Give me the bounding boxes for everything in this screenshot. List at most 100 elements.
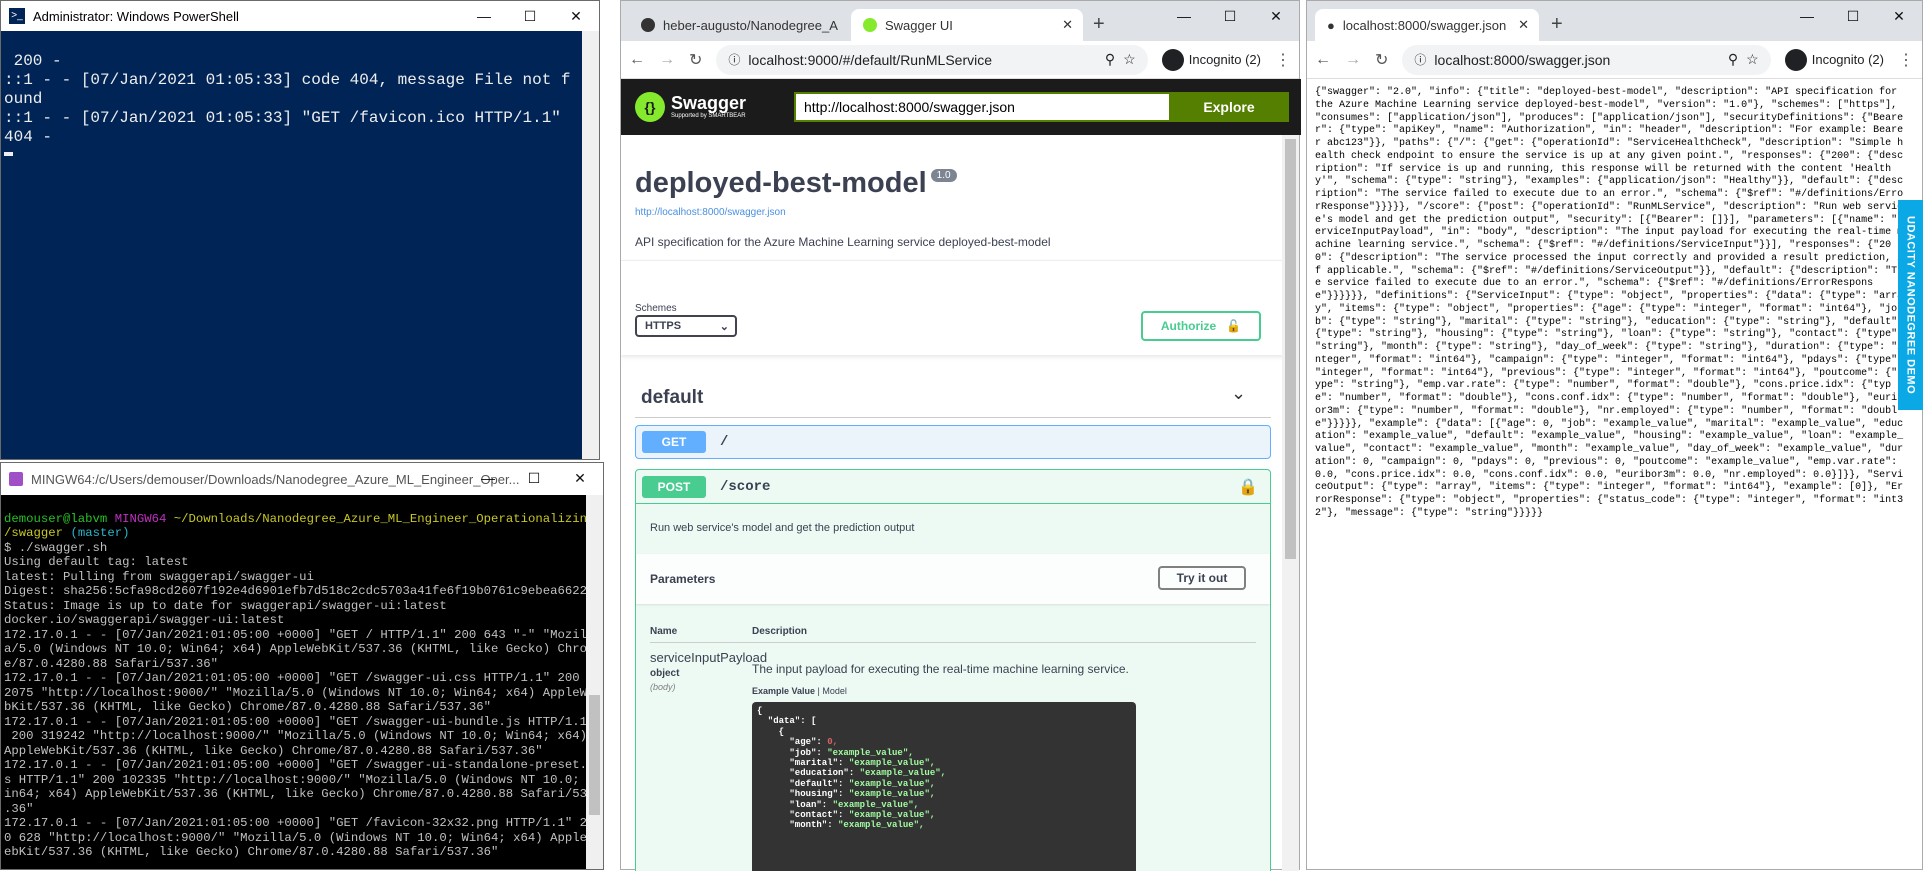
cursor	[4, 152, 13, 156]
scroll-thumb[interactable]	[1285, 139, 1296, 559]
maximize-button[interactable]: ☐	[1207, 1, 1253, 31]
code-value: "example_value",	[848, 810, 936, 821]
mingw-window: MINGW64:/c/Users/demouser/Downloads/Nano…	[0, 462, 604, 870]
schemes-label: Schemes	[635, 303, 677, 314]
terminal-line: AppleWebKit/537.36 (KHTML, like Gecko) C…	[4, 743, 543, 758]
reload-icon[interactable]: ↻	[689, 50, 702, 70]
scheme-select[interactable]: HTTPS ⌄	[635, 315, 737, 337]
authorize-button[interactable]: Authorize 🔓	[1141, 311, 1261, 341]
back-icon[interactable]: ←	[629, 51, 645, 69]
mingw-titlebar[interactable]: MINGW64:/c/Users/demouser/Downloads/Nano…	[1, 463, 603, 495]
back-icon[interactable]: ←	[1315, 51, 1331, 69]
swagger-favicon-icon	[863, 18, 877, 32]
json-browser-window: ● localhost:8000/swagger.json ✕ + — ☐ ✕ …	[1306, 0, 1923, 870]
get-operation[interactable]: GET /	[635, 425, 1271, 459]
forward-icon[interactable]: →	[1345, 51, 1361, 69]
code-key: {	[757, 726, 785, 737]
col-name-header: Name	[650, 626, 678, 637]
code-key: {	[757, 706, 763, 716]
terminal-line: 404 -	[4, 128, 53, 146]
powershell-scrollbar[interactable]	[582, 31, 599, 459]
code-key: "age":	[757, 737, 828, 748]
forward-icon[interactable]: →	[659, 51, 675, 69]
json-content[interactable]: {"swagger": "2.0", "info": {"title": "de…	[1315, 87, 1905, 521]
close-tab-icon[interactable]: ✕	[1062, 17, 1073, 33]
section-title[interactable]: default	[641, 387, 703, 409]
code-line: "housing": "example_value",	[757, 789, 1131, 799]
code-key: "loan":	[757, 799, 833, 810]
scheme-value: HTTPS	[645, 320, 682, 332]
incognito-indicator[interactable]: Incognito (2)	[1161, 48, 1261, 71]
lock-icon[interactable]: 🔒	[1238, 477, 1258, 497]
api-title-row: deployed-best-model 1.0	[635, 167, 957, 200]
new-tab-icon[interactable]: +	[1551, 13, 1563, 36]
minimize-button[interactable]: —	[1161, 1, 1207, 31]
incognito-icon	[1784, 48, 1807, 71]
tab-swagger-json[interactable]: ● localhost:8000/swagger.json ✕	[1315, 9, 1539, 41]
minimize-button[interactable]: —	[465, 463, 511, 493]
code-line: "age": 0,	[757, 737, 1131, 747]
minimize-button[interactable]: —	[461, 1, 507, 31]
info-icon: ⓘ	[728, 53, 741, 67]
spec-url-input[interactable]: http://localhost:8000/swagger.json	[794, 92, 1169, 122]
code-line: "default": "example_value",	[757, 779, 1131, 789]
section-divider	[635, 417, 1271, 418]
udacity-demo-tab[interactable]: UDACITY NANODEGREE DEMO	[1898, 200, 1923, 410]
api-description: API specification for the Azure Machine …	[635, 235, 1051, 249]
swagger-logo[interactable]: {} Swagger Supported by SMARTBEAR	[635, 92, 746, 122]
close-button[interactable]: ✕	[1253, 1, 1299, 31]
incognito-indicator[interactable]: Incognito (2)	[1784, 48, 1884, 71]
menu-icon[interactable]: ⋮	[1898, 50, 1914, 70]
code-key: "housing":	[757, 789, 849, 800]
code-value: 0,	[827, 737, 839, 748]
spec-link[interactable]: http://localhost:8000/swagger.json	[635, 207, 786, 218]
maximize-button[interactable]: ☐	[511, 463, 557, 493]
chevron-down-icon: ⌄	[719, 320, 729, 333]
minimize-button[interactable]: —	[1784, 1, 1830, 31]
mingw-icon	[9, 472, 23, 486]
swagger-scrollbar[interactable]	[1282, 135, 1299, 871]
zoom-icon[interactable]: ⚲	[1105, 51, 1115, 68]
mingw-scrollbar[interactable]	[586, 495, 603, 869]
powershell-output[interactable]: 200 -::1 - - [07/Jan/2021 01:05:33] code…	[1, 31, 599, 196]
terminal-line: bKit/537.36 (KHTML, like Gecko) Chrome/8…	[4, 700, 492, 714]
model-tab[interactable]: Model	[822, 686, 847, 696]
tab-swagger-ui[interactable]: Swagger UI ✕	[851, 9, 1083, 41]
new-tab-icon[interactable]: +	[1093, 13, 1105, 36]
code-value: "example_value",	[848, 758, 936, 769]
collapse-chevron-icon[interactable]: ⌄	[1231, 383, 1246, 404]
code-line: "contact": "example_value",	[757, 810, 1131, 820]
param-name: serviceInputPayload	[650, 650, 768, 665]
address-bar[interactable]: ⓘ localhost:8000/swagger.json ⚲ ☆	[1402, 44, 1771, 75]
example-code-block[interactable]: { "data": [ { "age": 0, "job": "example_…	[752, 702, 1136, 871]
maximize-button[interactable]: ☐	[1830, 1, 1876, 31]
bookmark-star-icon[interactable]: ☆	[1746, 51, 1759, 68]
code-value: "example_value",	[827, 747, 914, 758]
try-it-out-button[interactable]: Try it out	[1158, 566, 1246, 590]
code-value: "example_value",	[848, 778, 936, 789]
search-icon[interactable]: ⚲	[1728, 51, 1738, 68]
close-button[interactable]: ✕	[1876, 1, 1922, 31]
terminal-line: $ ./swagger.sh	[4, 540, 108, 555]
address-bar[interactable]: ⓘ localhost:9000/#/default/RunMLService …	[716, 44, 1148, 75]
prompt-line: /swagger (master)	[4, 526, 600, 541]
code-key: "month":	[757, 820, 839, 831]
tab-github[interactable]: heber-augusto/Nanodegree_A	[629, 9, 851, 41]
example-value-tab[interactable]: Example Value	[752, 686, 815, 696]
mingw-lines: $ ./swagger.sh Using default tag: latest l…	[4, 541, 600, 860]
explore-button[interactable]: Explore	[1169, 92, 1289, 122]
menu-icon[interactable]: ⋮	[1275, 50, 1291, 70]
powershell-titlebar[interactable]: >_ Administrator: Windows PowerShell — ☐…	[1, 1, 599, 31]
maximize-button[interactable]: ☐	[507, 1, 553, 31]
browser-toolbar: ← → ↻ ⓘ localhost:8000/swagger.json ⚲ ☆ …	[1307, 41, 1922, 79]
post-summary: Run web service's model and get the pred…	[650, 522, 915, 534]
reload-icon[interactable]: ↻	[1375, 50, 1388, 70]
bookmark-star-icon[interactable]: ☆	[1123, 51, 1136, 68]
close-button[interactable]: ✕	[553, 1, 599, 31]
close-button[interactable]: ✕	[557, 463, 603, 493]
mingw-output[interactable]: demouser@labvm MINGW64 ~/Downloads/Nanod…	[1, 495, 603, 869]
post-operation-header[interactable]: POST /score 🔒	[636, 470, 1270, 504]
close-tab-icon[interactable]: ✕	[1518, 17, 1529, 33]
scroll-thumb[interactable]	[589, 695, 600, 815]
post-path: /score	[720, 478, 771, 495]
